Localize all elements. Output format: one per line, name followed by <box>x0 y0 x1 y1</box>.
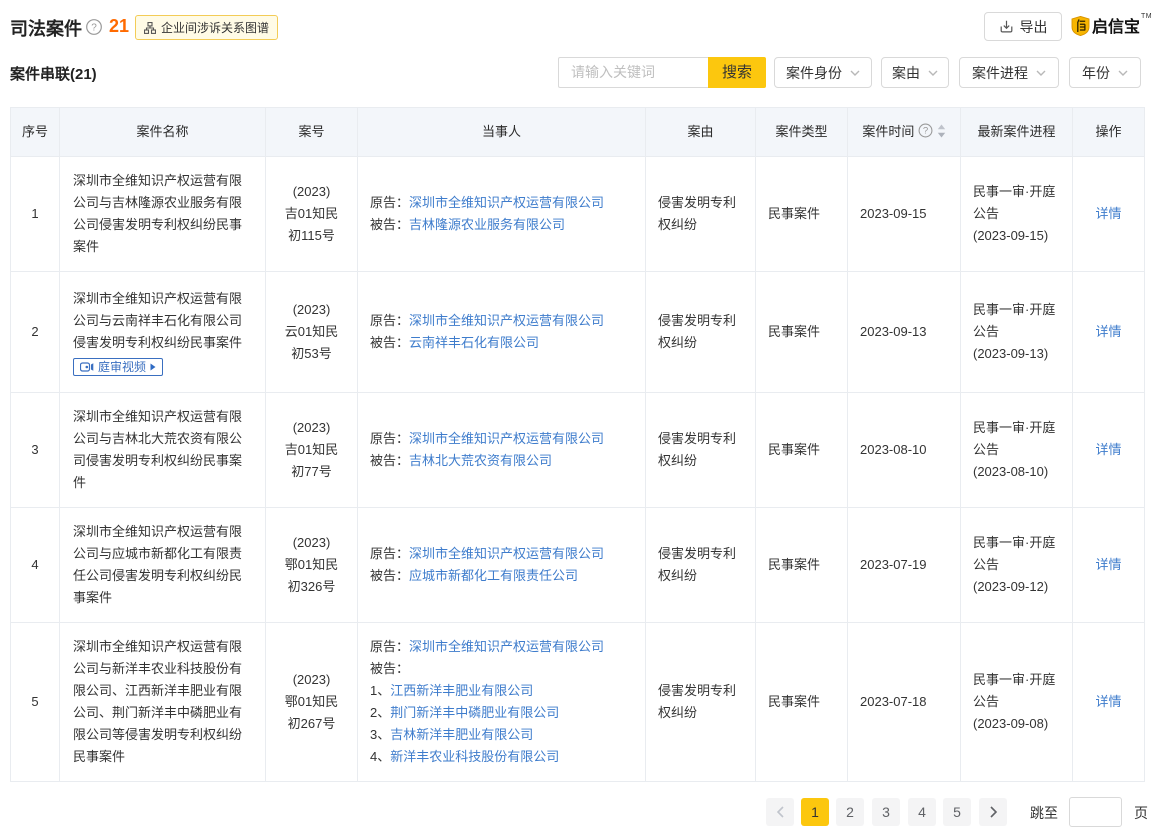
svg-text:?: ? <box>91 23 97 34</box>
svg-text:?: ? <box>923 126 928 137</box>
